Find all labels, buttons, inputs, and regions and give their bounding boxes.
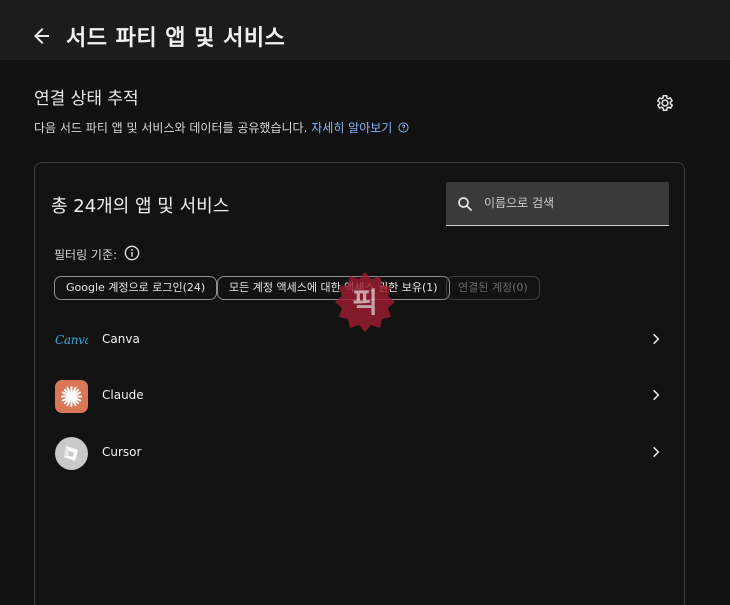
settings-button[interactable] (655, 93, 675, 113)
learn-more-link[interactable]: 자세히 알아보기 (311, 121, 409, 135)
top-app-bar: 서드 파티 앱 및 서비스 (0, 0, 730, 60)
info-icon[interactable] (124, 245, 140, 261)
chip-full-access[interactable]: 모든 계정 액세스에 대한 액세스 권한 보유(1) (217, 276, 450, 300)
claude-logo (55, 380, 88, 413)
app-name: Cursor (102, 445, 142, 459)
learn-more-label: 자세히 알아보기 (311, 121, 393, 135)
help-circle-icon (398, 122, 409, 133)
cursor-logo (55, 437, 88, 470)
chevron-right-icon (653, 389, 660, 401)
section-description: 다음 서드 파티 앱 및 서비스와 데이터를 공유했습니다. 자세히 알아보기 (34, 119, 409, 136)
app-row-canva[interactable]: Canva Canva (35, 313, 684, 367)
chevron-right-icon (653, 333, 660, 345)
arrow-left-icon (34, 28, 49, 44)
back-button[interactable] (30, 24, 54, 48)
apps-count-title: 총 24개의 앱 및 서비스 (51, 196, 230, 217)
filter-label: 필터링 기준: (54, 248, 118, 262)
app-name: Claude (102, 388, 144, 402)
app-row-claude[interactable]: Claude (35, 369, 684, 423)
app-name: Canva (102, 332, 140, 346)
gear-icon (656, 95, 674, 111)
chip-google-signin[interactable]: Google 계정으로 로그인(24) (54, 276, 218, 300)
search-icon (458, 197, 472, 211)
search-input[interactable] (484, 182, 664, 224)
chip-linked-accounts: 연결된 계정(0) (446, 276, 540, 300)
apps-card: 총 24개의 앱 및 서비스 필터링 기준: Google 계정으로 로그인(2… (34, 162, 685, 605)
section-title: 연결 상태 추적 (34, 89, 139, 109)
app-row-cursor[interactable]: Cursor (35, 426, 684, 480)
description-text: 다음 서드 파티 앱 및 서비스와 데이터를 공유했습니다. (34, 121, 308, 135)
canva-logo: Canva (55, 333, 88, 347)
search-box[interactable] (446, 182, 669, 226)
page-title: 서드 파티 앱 및 서비스 (66, 26, 286, 51)
chevron-right-icon (653, 446, 660, 458)
